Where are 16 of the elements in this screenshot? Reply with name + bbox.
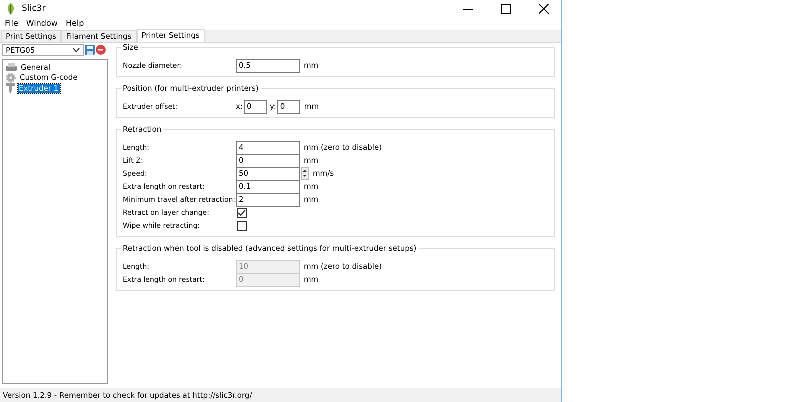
delete-icon[interactable]	[96, 45, 106, 55]
menu-item[interactable]: Window	[26, 19, 58, 28]
gear-icon	[6, 72, 16, 83]
leaf-icon	[6, 2, 16, 14]
menu-item[interactable]: Help	[66, 19, 84, 28]
close-icon[interactable]	[539, 4, 549, 14]
nozzle-icon	[6, 82, 15, 94]
maximize-icon[interactable]	[501, 4, 511, 14]
printer-icon	[6, 62, 17, 72]
checkbox[interactable]	[237, 220, 247, 230]
menu-item[interactable]: File	[5, 19, 18, 28]
checkbox[interactable]	[237, 208, 247, 218]
spinner-icon[interactable]	[301, 167, 309, 180]
chevron-icon	[73, 48, 80, 52]
window-title: Slic3r	[22, 4, 46, 14]
save-icon[interactable]	[85, 45, 95, 55]
